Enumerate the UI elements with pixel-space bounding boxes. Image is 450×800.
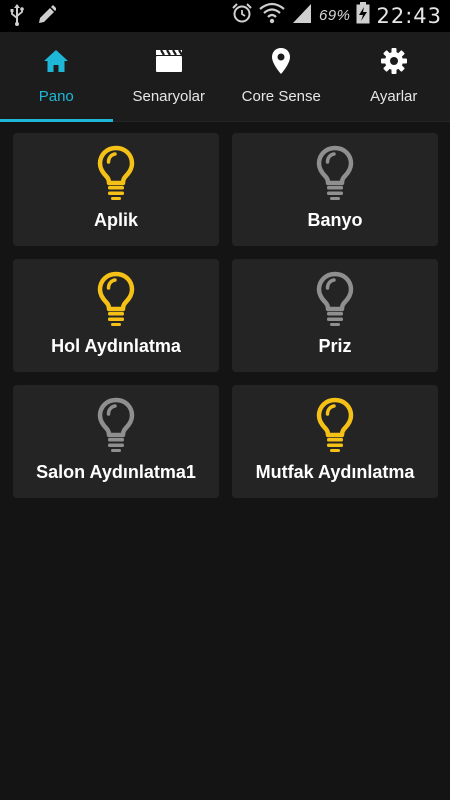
device-card-mutfak-aydinlatma[interactable]: Mutfak Aydınlatma: [232, 385, 438, 498]
tab-label: Core Sense: [241, 88, 321, 105]
location-pin-icon: [271, 46, 291, 76]
device-label: Banyo: [307, 210, 363, 230]
tab-label: Pano: [38, 88, 74, 105]
device-card-salon-aydinlatma1[interactable]: Salon Aydınlatma1: [13, 385, 219, 498]
device-card-priz[interactable]: Priz: [232, 259, 438, 372]
signal-icon: [291, 2, 313, 29]
tab-ayarlar[interactable]: Ayarlar: [338, 32, 450, 122]
active-tab-indicator: [0, 119, 113, 122]
lightbulb-icon: [315, 271, 355, 327]
gear-icon: [380, 46, 408, 76]
lightbulb-icon: [96, 145, 136, 201]
alarm-icon: [231, 2, 253, 29]
tab-senaryolar[interactable]: Senaryolar: [113, 32, 226, 122]
tab-label: Ayarlar: [370, 88, 418, 105]
device-card-banyo[interactable]: Banyo: [232, 133, 438, 246]
battery-charging-icon: [356, 2, 370, 29]
battery-percent: 69%: [318, 7, 351, 24]
home-icon: [43, 46, 69, 76]
lightbulb-icon: [315, 145, 355, 201]
pencil-icon: [36, 4, 57, 31]
tab-pano[interactable]: Pano: [0, 32, 113, 122]
device-label: Mutfak Aydınlatma: [255, 462, 415, 482]
device-card-aplik[interactable]: Aplik: [13, 133, 219, 246]
tab-label: Senaryolar: [132, 88, 206, 105]
status-bar: 69% 22:43: [0, 0, 450, 32]
device-label: Aplik: [93, 210, 138, 230]
clapperboard-icon: [155, 46, 183, 76]
tab-core-sense[interactable]: Core Sense: [225, 32, 338, 122]
lightbulb-icon: [315, 397, 355, 453]
status-clock: 22:43: [376, 3, 442, 28]
device-grid: Aplik Banyo Hol Aydınlatma Priz Salon Ay…: [13, 133, 438, 498]
wifi-icon: [259, 2, 285, 29]
device-label: Priz: [318, 336, 352, 356]
device-label: Salon Aydınlatma1: [36, 462, 196, 482]
lightbulb-icon: [96, 397, 136, 453]
lightbulb-icon: [96, 271, 136, 327]
tab-bar: Pano Senaryolar Core Sense Ayarlar: [0, 32, 450, 122]
device-card-hol-aydinlatma[interactable]: Hol Aydınlatma: [13, 259, 219, 372]
usb-icon: [10, 4, 24, 31]
device-label: Hol Aydınlatma: [51, 336, 181, 356]
